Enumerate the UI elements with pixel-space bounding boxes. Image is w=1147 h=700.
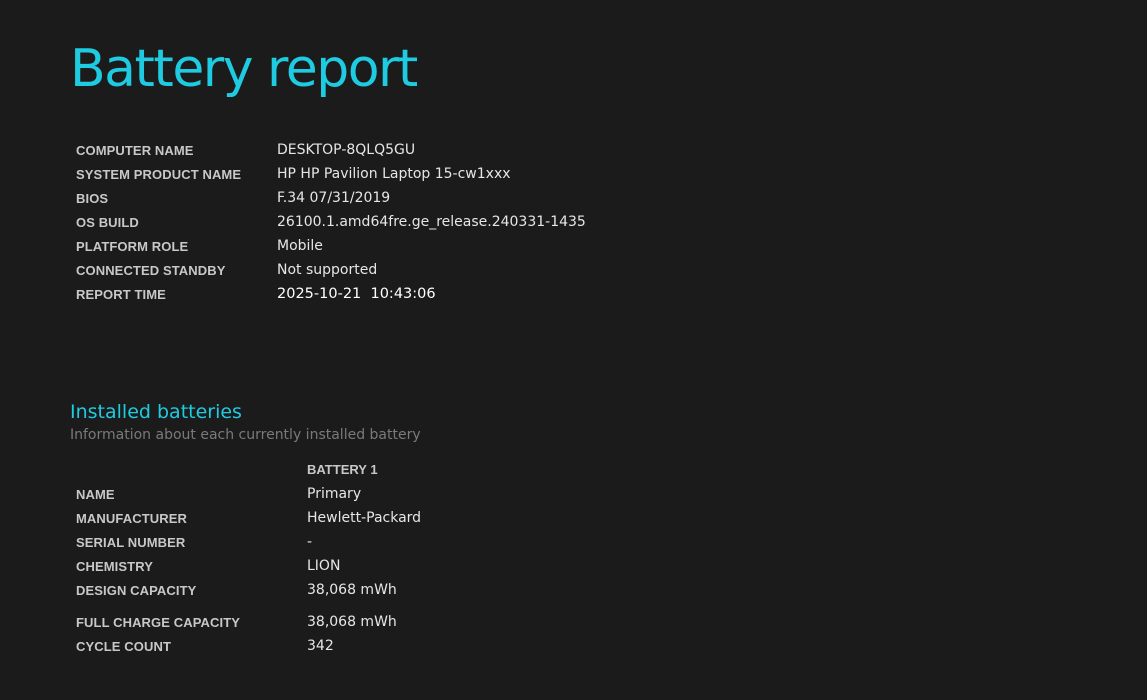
installed-batteries-table: NAME Primary MANUFACTURER Hewlett-Packar… xyxy=(70,482,421,658)
bios-label: BIOS xyxy=(76,190,109,206)
table-row: MANUFACTURER Hewlett-Packard xyxy=(70,506,421,530)
platform-role-value: Mobile xyxy=(277,238,323,254)
cycle-count-label: CYCLE COUNT xyxy=(76,638,171,654)
system-product-name-value: HP HP Pavilion Laptop 15-cw1xxx xyxy=(277,166,511,182)
os-build-value: 26100.1.amd64fre.ge_release.240331-1435 xyxy=(277,214,586,230)
chemistry-value: LION xyxy=(307,558,341,574)
computer-name-label: COMPUTER NAME xyxy=(76,142,194,158)
spacer-cell xyxy=(307,602,421,610)
installed-batteries-heading: Installed batteries xyxy=(70,401,242,423)
chemistry-label: CHEMISTRY xyxy=(76,558,153,574)
table-row: CHEMISTRY LION xyxy=(70,554,421,578)
platform-role-label: PLATFORM ROLE xyxy=(76,238,189,254)
cycle-count-value: 342 xyxy=(307,638,334,654)
table-row: NAME Primary xyxy=(70,482,421,506)
report-time-label: REPORT TIME xyxy=(76,286,166,302)
system-product-name-label: SYSTEM PRODUCT NAME xyxy=(76,166,242,182)
bios-value: F.34 07/31/2019 xyxy=(277,190,391,206)
table-row: COMPUTER NAME DESKTOP-8QLQ5GU xyxy=(70,138,586,162)
battery-name-value: Primary xyxy=(307,486,362,502)
installed-batteries-subtitle: Information about each currently install… xyxy=(70,427,421,443)
manufacturer-value: Hewlett-Packard xyxy=(307,510,422,526)
system-info-table: COMPUTER NAME DESKTOP-8QLQ5GU SYSTEM PRO… xyxy=(70,138,586,306)
computer-name-value: DESKTOP-8QLQ5GU xyxy=(277,142,416,158)
table-row: BIOS F.34 07/31/2019 xyxy=(70,186,586,210)
spacer-cell xyxy=(70,602,307,610)
table-row: OS BUILD 26100.1.amd64fre.ge_release.240… xyxy=(70,210,586,234)
table-row: CONNECTED STANDBY Not supported xyxy=(70,258,586,282)
connected-standby-label: CONNECTED STANDBY xyxy=(76,262,226,278)
table-row: SERIAL NUMBER - xyxy=(70,530,421,554)
table-row: CYCLE COUNT 342 xyxy=(70,634,421,658)
table-row: PLATFORM ROLE Mobile xyxy=(70,234,586,258)
serial-number-label: SERIAL NUMBER xyxy=(76,534,186,550)
page-title: Battery report xyxy=(70,39,418,99)
design-capacity-label: DESIGN CAPACITY xyxy=(76,582,197,598)
full-charge-capacity-value: 38,068 mWh xyxy=(307,614,397,630)
serial-number-value: - xyxy=(307,534,313,550)
report-time-value: 2025-10-21 10:43:06 xyxy=(277,286,436,302)
row-spacer xyxy=(70,602,421,610)
table-row: FULL CHARGE CAPACITY 38,068 mWh xyxy=(70,610,421,634)
design-capacity-value: 38,068 mWh xyxy=(307,582,397,598)
manufacturer-label: MANUFACTURER xyxy=(76,510,187,526)
connected-standby-value: Not supported xyxy=(277,262,378,278)
table-row: DESIGN CAPACITY 38,068 mWh xyxy=(70,578,421,602)
full-charge-capacity-label: FULL CHARGE CAPACITY xyxy=(76,614,241,630)
table-row: REPORT TIME 2025-10-21 10:43:06 xyxy=(70,282,586,306)
os-build-label: OS BUILD xyxy=(76,214,139,230)
battery-column-header: BATTERY 1 xyxy=(307,462,378,477)
table-row: SYSTEM PRODUCT NAME HP HP Pavilion Lapto… xyxy=(70,162,586,186)
battery-name-label: NAME xyxy=(76,486,115,502)
